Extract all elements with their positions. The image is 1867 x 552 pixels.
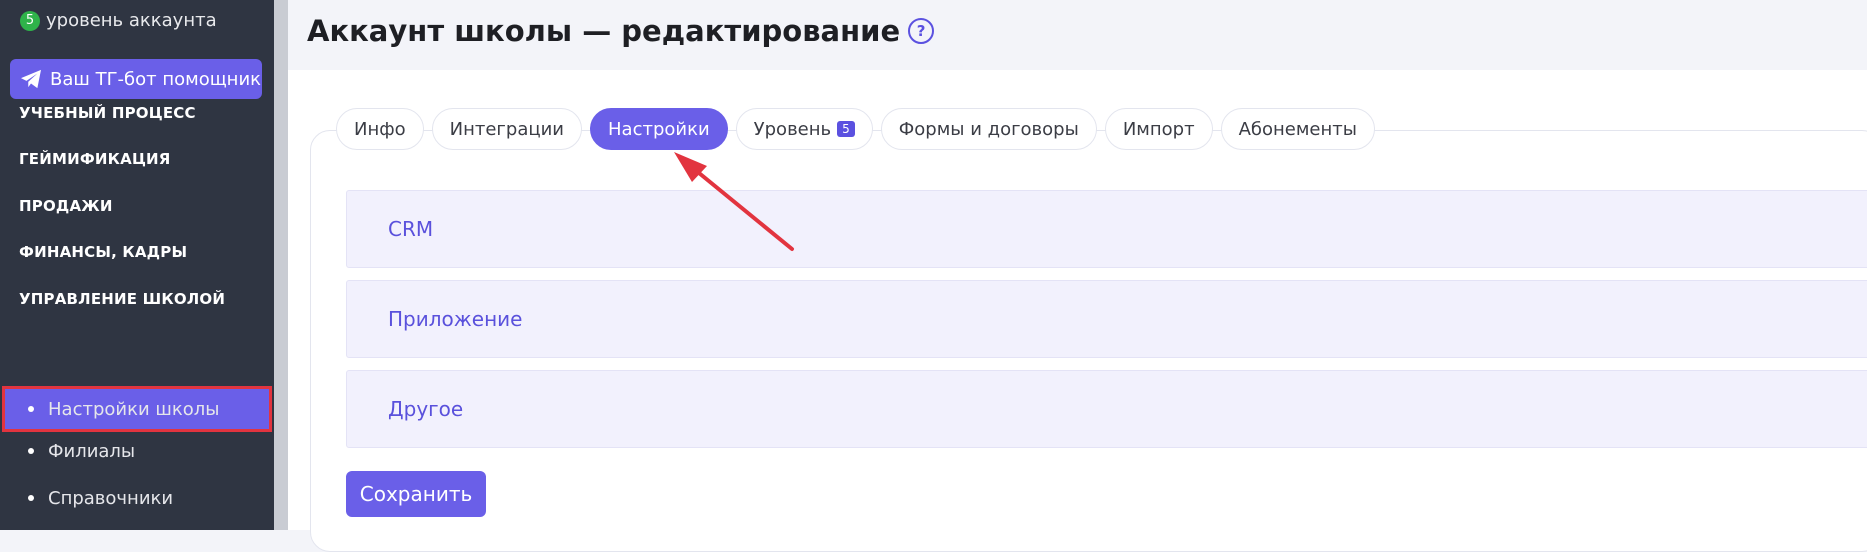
tab-settings[interactable]: Настройки <box>590 108 728 150</box>
tab-label: Настройки <box>608 118 710 140</box>
nav-section-finance[interactable]: ФИНАНСЫ, КАДРЫ <box>19 243 187 261</box>
sidebar-item-label: Настройки школы <box>48 398 220 420</box>
panel-label: Другое <box>388 397 464 421</box>
tab-level[interactable]: Уровень 5 <box>735 108 873 150</box>
tab-subscriptions[interactable]: Абонементы <box>1220 108 1375 150</box>
panel-other[interactable]: Другое <box>346 370 1867 448</box>
nav-section-sales[interactable]: ПРОДАЖИ <box>19 197 113 215</box>
tab-forms-contracts[interactable]: Формы и договоры <box>880 108 1097 150</box>
tab-label: Формы и договоры <box>898 118 1079 140</box>
panel-crm[interactable]: CRM <box>346 190 1867 268</box>
sidebar-item-branches[interactable]: Филиалы <box>0 428 274 474</box>
sidebar-scrollbar[interactable] <box>274 0 288 530</box>
sidebar: 5 уровень аккаунта Ваш ТГ-бот помощник У… <box>0 0 274 530</box>
sidebar-item-label: Филиалы <box>48 440 136 462</box>
sidebar-item-label: Справочники <box>48 487 174 509</box>
telegram-icon <box>21 69 41 89</box>
panel-app[interactable]: Приложение <box>346 280 1867 358</box>
page-title: Аккаунт школы — редактирование ? <box>307 14 935 48</box>
bullet-icon <box>28 495 34 501</box>
nav-section-gamification[interactable]: ГЕЙМИФИКАЦИЯ <box>19 150 171 168</box>
panel-label: CRM <box>388 217 434 241</box>
tab-label: Уровень <box>753 118 832 140</box>
sidebar-item-school-settings[interactable]: Настройки школы <box>2 386 272 432</box>
tg-bot-button[interactable]: Ваш ТГ-бот помощник <box>10 59 262 99</box>
tab-info[interactable]: Инфо <box>336 108 424 150</box>
page-header: Аккаунт школы — редактирование ? <box>288 0 1867 70</box>
tab-label: Абонементы <box>1238 118 1357 140</box>
sidebar-item-directories[interactable]: Справочники <box>0 475 274 521</box>
tab-label: Импорт <box>1122 118 1195 140</box>
tab-label: Инфо <box>354 118 406 140</box>
account-level: 5 уровень аккаунта <box>20 10 217 31</box>
tab-import[interactable]: Импорт <box>1104 108 1213 150</box>
account-level-label: уровень аккаунта <box>46 10 217 31</box>
tab-bar: Инфо Интеграции Настройки Уровень 5 Форм… <box>336 108 1375 150</box>
bullet-icon <box>28 448 34 454</box>
bullet-icon <box>28 406 34 412</box>
tg-bot-label: Ваш ТГ-бот помощник <box>50 68 262 90</box>
panel-label: Приложение <box>388 307 523 331</box>
nav-section-learning[interactable]: УЧЕБНЫЙ ПРОЦЕСС <box>19 104 196 122</box>
account-level-badge: 5 <box>20 10 40 31</box>
help-icon[interactable]: ? <box>908 18 935 44</box>
save-button[interactable]: Сохранить <box>346 471 486 517</box>
page-title-text: Аккаунт школы — редактирование <box>307 14 901 48</box>
main-content: Инфо Интеграции Настройки Уровень 5 Форм… <box>288 70 1867 552</box>
tab-integrations[interactable]: Интеграции <box>431 108 582 150</box>
nav-section-school-management[interactable]: УПРАВЛЕНИЕ ШКОЛОЙ <box>19 290 225 308</box>
tab-label: Интеграции <box>449 118 564 140</box>
level-badge: 5 <box>837 121 855 137</box>
